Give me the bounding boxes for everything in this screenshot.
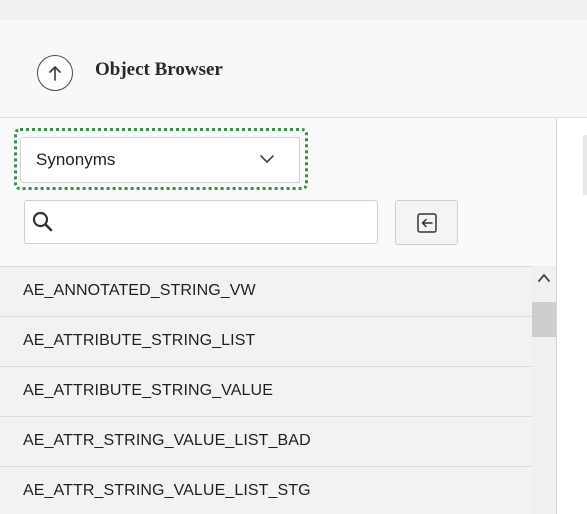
arrow-up-circle-icon — [49, 66, 61, 81]
list-item-label: AE_ATTRIBUTE_STRING_LIST — [23, 332, 256, 349]
object-browser-header — [0, 20, 587, 118]
search-field[interactable] — [24, 200, 378, 244]
list-item-label: AE_ATTR_STRING_VALUE_LIST_BAD — [23, 432, 311, 449]
list-scrollbar[interactable] — [532, 266, 556, 514]
chevron-up-icon — [538, 274, 550, 282]
list-item[interactable]: AE_ANNOTATED_STRING_VW — [0, 267, 532, 317]
search-input[interactable] — [65, 205, 365, 239]
object-type-select-value: Synonyms — [36, 150, 116, 169]
page-title: Object Browser — [95, 59, 223, 80]
list-item[interactable]: AE_ATTR_STRING_VALUE_LIST_BAD — [0, 417, 532, 467]
search-icon — [32, 211, 53, 232]
list-item-label: AE_ATTR_STRING_VALUE_LIST_STG — [23, 482, 311, 499]
scrollbar-thumb[interactable] — [532, 302, 556, 337]
navigate-up-button[interactable] — [37, 55, 73, 91]
right-pane-divider — [583, 135, 587, 195]
list-item[interactable]: AE_ATTRIBUTE_STRING_VALUE — [0, 367, 532, 417]
object-list: AE_ANNOTATED_STRING_VW AE_ATTRIBUTE_STRI… — [0, 266, 532, 514]
list-item[interactable]: AE_ATTRIBUTE_STRING_LIST — [0, 317, 532, 367]
top-strip — [0, 0, 587, 20]
collapse-panel-button[interactable] — [395, 200, 458, 245]
chevron-down-icon — [260, 155, 274, 163]
list-item-label: AE_ATTRIBUTE_STRING_VALUE — [23, 382, 273, 399]
list-item-label: AE_ANNOTATED_STRING_VW — [23, 282, 256, 299]
scroll-up-button[interactable] — [532, 272, 556, 290]
list-item[interactable]: AE_ATTR_STRING_VALUE_LIST_STG — [0, 467, 532, 514]
object-type-select[interactable]: Synonyms — [20, 137, 300, 183]
collapse-left-icon — [416, 212, 437, 233]
